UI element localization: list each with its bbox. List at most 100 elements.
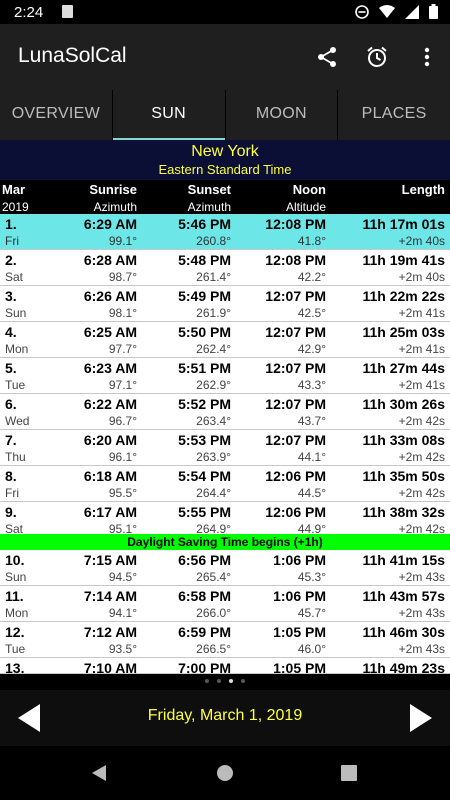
- arrow-right-icon: [410, 704, 432, 732]
- sunrise-detail: 96.7°: [108, 414, 137, 428]
- selected-date[interactable]: Friday, March 1, 2019: [0, 707, 450, 725]
- sunrise-value: 6:17 AM: [83, 504, 137, 520]
- alarm-button[interactable]: [362, 42, 392, 72]
- date-value: 12.: [5, 624, 25, 640]
- date-value: 9.: [5, 504, 17, 520]
- length-detail: +2m 43s: [398, 642, 445, 656]
- noon-value: 12:06 PM: [265, 468, 326, 484]
- tab-moon[interactable]: MOON: [224, 90, 338, 140]
- header-noon: Noon: [292, 182, 326, 197]
- share-icon: [318, 47, 336, 67]
- sunrise-detail: 94.1°: [108, 606, 137, 620]
- table-row[interactable]: 8. Fri 6:18 AM 95.5° 5:54 PM 264.4° 12:06 PM 44…: [0, 466, 450, 502]
- noon-detail: 42.2°: [297, 270, 326, 284]
- sunrise-detail: 99.1°: [108, 234, 137, 248]
- noon-value: 1:06 PM: [273, 588, 326, 604]
- noon-value: 12:06 PM: [265, 504, 326, 520]
- length-value: 11h 43m 57s: [362, 588, 445, 604]
- app-bar: LunaSolCal: [0, 24, 450, 90]
- app-title: LunaSolCal: [18, 44, 127, 67]
- app-bar-actions: [312, 42, 442, 72]
- length-value: 11h 46m 30s: [362, 624, 445, 640]
- date-value: 4.: [5, 324, 17, 340]
- sunrise-value: 6:25 AM: [83, 324, 137, 340]
- length-value: 11h 30m 26s: [362, 396, 445, 412]
- table-row[interactable]: 4. Mon 6:25 AM 97.7° 5:50 PM 262.4° 12:07 PM 42…: [0, 322, 450, 358]
- table-row[interactable]: 11. Mon 7:14 AM 94.1° 6:58 PM 266.0° 1:06 PM 45…: [0, 586, 450, 622]
- table-row-selected[interactable]: 1. Fri 6:29 AM 99.1° 5:46 PM 260.8° 12:08 PM 41…: [0, 214, 450, 250]
- sunrise-detail: 95.5°: [108, 486, 137, 500]
- noon-value: 1:05 PM: [273, 624, 326, 640]
- home-button[interactable]: [216, 764, 234, 787]
- noon-detail: 45.3°: [297, 570, 326, 584]
- date-value: 3.: [5, 288, 17, 304]
- sunset-detail: 262.9°: [196, 378, 231, 392]
- table-row[interactable]: 3. Sun 6:26 AM 98.1° 5:49 PM 261.9° 12:07 PM 42…: [0, 286, 450, 322]
- signal-icon: [405, 4, 419, 19]
- length-detail: +2m 41s: [398, 342, 445, 356]
- sunset-detail: 262.4°: [196, 342, 231, 356]
- sunset-value: 5:54 PM: [178, 468, 231, 484]
- date-detail: Fri: [5, 486, 19, 500]
- date-detail: Tue: [5, 378, 26, 392]
- sunset-detail: 266.0°: [196, 606, 231, 620]
- length-detail: +2m 40s: [398, 234, 445, 248]
- date-detail: Sun: [5, 570, 27, 584]
- sunrise-detail: 97.1°: [108, 378, 137, 392]
- table-row[interactable]: 7. Thu 6:20 AM 96.1° 5:53 PM 263.9° 12:07 PM 44…: [0, 430, 450, 466]
- sunrise-detail: 93.5°: [108, 642, 137, 656]
- sunrise-value: 7:15 AM: [83, 552, 137, 568]
- date-value: 7.: [5, 432, 17, 448]
- noon-detail: 45.7°: [297, 606, 326, 620]
- sunrise-value: 6:18 AM: [83, 468, 137, 484]
- table-row[interactable]: 13. 7:10 AM 7:00 PM 1:05 PM 11h 49m 23s: [0, 658, 450, 676]
- noon-detail: 42.9°: [297, 342, 326, 356]
- location-city: New York: [191, 143, 259, 160]
- table-row[interactable]: 2. Sat 6:28 AM 98.7° 5:48 PM 261.4° 12:08 PM 42…: [0, 250, 450, 286]
- sunset-value: 5:48 PM: [178, 252, 231, 268]
- date-detail: Thu: [5, 450, 26, 464]
- sunrise-value: 6:26 AM: [83, 288, 137, 304]
- date-detail: Fri: [5, 234, 19, 248]
- sunrise-value: 6:20 AM: [83, 432, 137, 448]
- sunrise-value: 7:12 AM: [83, 624, 137, 640]
- tab-overview[interactable]: OVERVIEW: [0, 90, 112, 140]
- length-value: 11h 38m 32s: [362, 504, 445, 520]
- header-noon-altitude: Altitude: [285, 200, 326, 214]
- table-row[interactable]: 12. Tue 7:12 AM 93.5° 6:59 PM 266.5° 1:05 PM 46…: [0, 622, 450, 658]
- location-header: New York Eastern Standard Time: [0, 140, 450, 180]
- date-detail: Sun: [5, 306, 27, 320]
- table-row[interactable]: 9. Sat 6:17 AM 95.1° 5:55 PM 264.9° 12:06 PM 44…: [0, 502, 450, 538]
- back-button[interactable]: [90, 764, 108, 787]
- header-month: Mar: [2, 182, 26, 197]
- noon-value: 12:07 PM: [265, 288, 326, 304]
- tab-sun[interactable]: SUN: [111, 90, 225, 140]
- sunset-value: 5:49 PM: [178, 288, 231, 304]
- date-navigator: Friday, March 1, 2019: [0, 690, 450, 746]
- recents-button[interactable]: [340, 764, 358, 787]
- header-length: Length: [401, 182, 445, 197]
- table-row[interactable]: 5. Tue 6:23 AM 97.1° 5:51 PM 262.9° 12:07 PM 43…: [0, 358, 450, 394]
- alarm-clock-icon: [367, 46, 387, 67]
- next-date-button[interactable]: [408, 702, 434, 739]
- sunset-value: 5:53 PM: [178, 432, 231, 448]
- length-detail: +2m 40s: [398, 270, 445, 284]
- sd-card-icon: [62, 5, 73, 18]
- overflow-menu-button[interactable]: [412, 42, 442, 72]
- date-value: 5.: [5, 360, 17, 376]
- header-sunrise: Sunrise: [89, 182, 137, 197]
- length-detail: +2m 43s: [398, 606, 445, 620]
- header-sunset-azimuth: Azimuth: [187, 200, 231, 214]
- table-row[interactable]: 10. Sun 7:15 AM 94.5° 6:56 PM 265.4° 1:06 PM 45…: [0, 550, 450, 586]
- noon-detail: 44.5°: [297, 486, 326, 500]
- dst-banner: Daylight Saving Time begins (+1h): [0, 534, 450, 550]
- date-value: 2.: [5, 252, 17, 268]
- recents-square-icon: [341, 765, 357, 781]
- sunrise-value: 6:29 AM: [83, 216, 137, 232]
- share-button[interactable]: [312, 42, 342, 72]
- tab-places[interactable]: PLACES: [337, 90, 450, 140]
- length-detail: +2m 42s: [398, 450, 445, 464]
- noon-value: 1:06 PM: [273, 552, 326, 568]
- table-row[interactable]: 6. Wed 6:22 AM 96.7° 5:52 PM 263.4° 12:07 PM 43…: [0, 394, 450, 430]
- length-value: 11h 17m 01s: [362, 216, 445, 232]
